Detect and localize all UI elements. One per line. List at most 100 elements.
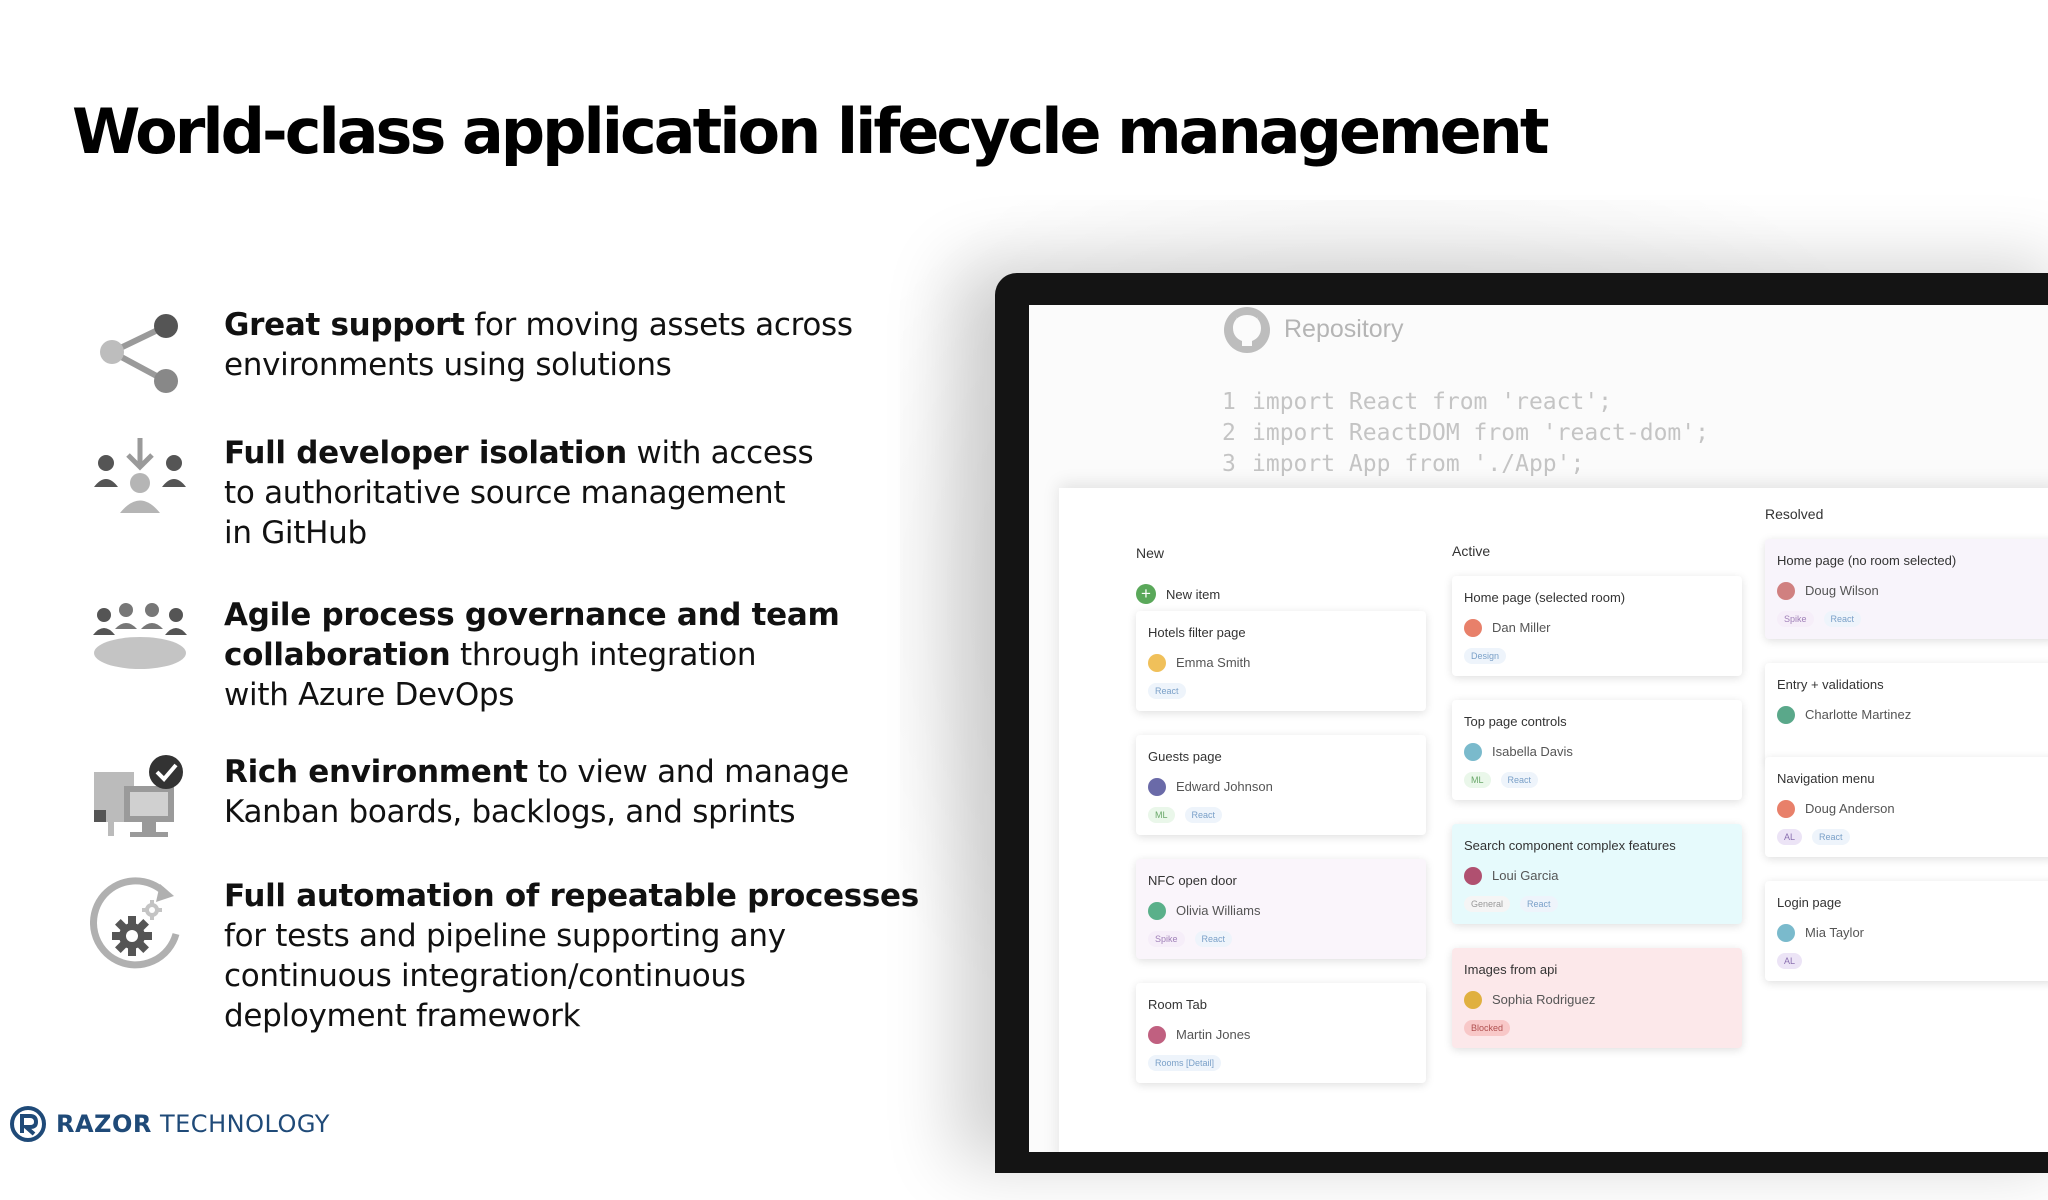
assignee-avatar bbox=[1464, 991, 1482, 1009]
assignee-avatar bbox=[1148, 778, 1166, 796]
assignee-avatar bbox=[1148, 902, 1166, 920]
assignee-avatar bbox=[1777, 706, 1795, 724]
logo-wordmark: RAZOR TECHNOLOGY bbox=[56, 1110, 330, 1138]
card-tag: React bbox=[1823, 611, 1862, 627]
kanban-card[interactable]: Entry + validations Charlotte Martinez bbox=[1765, 663, 2048, 763]
card-assignee: Dan Miller bbox=[1492, 620, 1551, 635]
laptop-screen: Repository 1 import React from 'react'; 2 i… bbox=[1029, 305, 2048, 1152]
card-tags: AL React bbox=[1777, 829, 1860, 845]
kanban-card[interactable]: Hotels filter page Emma Smith React bbox=[1136, 611, 1426, 711]
card-tags: Spike React bbox=[1777, 611, 1871, 627]
card-title: Top page controls bbox=[1464, 714, 1567, 729]
column-header-active: Active bbox=[1452, 543, 1491, 559]
kanban-card[interactable]: NFC open door Olivia Williams Spike React bbox=[1136, 859, 1426, 959]
assignee-avatar bbox=[1777, 800, 1795, 818]
card-tag: React bbox=[1194, 931, 1233, 947]
card-tags: ML React bbox=[1148, 807, 1232, 823]
github-icon bbox=[1224, 307, 1270, 353]
feature-text: Full developer isolation with access to a… bbox=[224, 435, 814, 551]
card-title: Login page bbox=[1777, 895, 1842, 910]
card-tag: React bbox=[1500, 772, 1539, 788]
card-assignee: Sophia Rodriguez bbox=[1492, 992, 1596, 1007]
environment-check-icon bbox=[94, 755, 183, 837]
card-tag: Spike bbox=[1777, 611, 1814, 627]
card-tags: ML React bbox=[1464, 772, 1548, 788]
new-item-button[interactable]: + New item bbox=[1136, 584, 1220, 604]
card-tags: React bbox=[1148, 683, 1196, 699]
card-assignee: Olivia Williams bbox=[1176, 903, 1261, 918]
card-title: Images from api bbox=[1464, 962, 1558, 977]
card-tag: Rooms [Detail] bbox=[1148, 1055, 1222, 1071]
assignee-avatar bbox=[1777, 924, 1795, 942]
card-tags: Design bbox=[1464, 648, 1516, 664]
kanban-card[interactable]: Navigation menu Doug Anderson AL React bbox=[1765, 757, 2048, 857]
kanban-card[interactable]: Guests page Edward Johnson ML React bbox=[1136, 735, 1426, 835]
card-tags: General React bbox=[1464, 896, 1568, 912]
card-assignee: Emma Smith bbox=[1176, 655, 1251, 670]
card-title: Entry + validations bbox=[1777, 677, 1884, 692]
card-tag: Blocked bbox=[1464, 1020, 1511, 1036]
feature-text: Great support for moving assets across en… bbox=[224, 307, 853, 383]
column-header-new: New bbox=[1136, 545, 1165, 561]
card-assignee: Edward Johnson bbox=[1176, 779, 1273, 794]
team-collaboration-icon bbox=[93, 603, 187, 669]
card-tag: React bbox=[1184, 807, 1223, 823]
assignee-avatar bbox=[1464, 619, 1482, 637]
kanban-board: New Active Resolved + New item Hotels fi… bbox=[1059, 488, 2048, 1152]
razor-technology-logo: RAZOR TECHNOLOGY bbox=[10, 1104, 330, 1144]
code-line: 1 import React from 'react'; bbox=[1222, 389, 1613, 415]
code-line: 3 import App from './App'; bbox=[1222, 451, 1585, 477]
card-title: Home page (no room selected) bbox=[1777, 553, 1957, 568]
feature-text: Full automation of repeatable processes f… bbox=[224, 878, 919, 1034]
card-tags: Spike React bbox=[1148, 931, 1242, 947]
repository-title: Repository bbox=[1284, 315, 1404, 343]
card-tag: General bbox=[1464, 896, 1511, 912]
card-tag: AL bbox=[1777, 829, 1803, 845]
kanban-card[interactable]: Home page (selected room) Dan Miller Desig… bbox=[1452, 576, 1742, 676]
card-tag: React bbox=[1812, 829, 1850, 845]
card-title: Navigation menu bbox=[1777, 771, 1875, 786]
kanban-card[interactable]: Room Tab Martin Jones Rooms [Detail] bbox=[1136, 983, 1426, 1083]
kanban-card[interactable]: Images from api Sophia Rodriguez Blocked bbox=[1452, 948, 1742, 1048]
assignee-avatar bbox=[1464, 867, 1482, 885]
code-line: 2 import ReactDOM from 'react-dom'; bbox=[1222, 420, 1709, 446]
kanban-card[interactable]: Home page (no room selected) Doug Wilson S… bbox=[1765, 539, 2048, 639]
card-assignee: Isabella Davis bbox=[1492, 744, 1573, 759]
card-assignee: Charlotte Martinez bbox=[1805, 707, 1912, 722]
feature-text: Rich environment to view and manage Kanba… bbox=[224, 754, 849, 830]
card-tag: Design bbox=[1464, 648, 1507, 664]
kanban-card[interactable]: Search component complex features Loui Ga… bbox=[1452, 824, 1742, 924]
assignee-avatar bbox=[1148, 1026, 1166, 1044]
slide-title: World-class application lifecycle manage… bbox=[72, 95, 1549, 168]
card-tag: ML bbox=[1148, 807, 1175, 823]
card-title: Room Tab bbox=[1148, 997, 1208, 1012]
kanban-card[interactable]: Login page Mia Taylor AL bbox=[1765, 881, 2048, 981]
assignee-avatar bbox=[1148, 654, 1166, 672]
card-assignee: Doug Anderson bbox=[1805, 801, 1895, 816]
kanban-card[interactable]: Top page controls Isabella Davis ML React bbox=[1452, 700, 1742, 800]
card-title: Search component complex features bbox=[1464, 838, 1676, 853]
card-tag: React bbox=[1148, 683, 1186, 699]
card-tags: Rooms [Detail] bbox=[1148, 1055, 1231, 1071]
card-title: Home page (selected room) bbox=[1464, 590, 1626, 605]
card-title: NFC open door bbox=[1148, 873, 1237, 888]
card-title: Guests page bbox=[1148, 749, 1222, 764]
card-tag: Spike bbox=[1148, 931, 1185, 947]
card-tag: AL bbox=[1777, 953, 1803, 969]
automation-gear-icon bbox=[90, 877, 180, 969]
card-assignee: Doug Wilson bbox=[1805, 583, 1879, 598]
card-tag: ML bbox=[1464, 772, 1491, 788]
assignee-avatar bbox=[1777, 582, 1795, 600]
razor-logo-mark-icon bbox=[10, 1106, 46, 1142]
card-tag: React bbox=[1520, 896, 1558, 912]
share-icon bbox=[100, 314, 178, 393]
card-tags: AL bbox=[1777, 953, 1812, 969]
column-header-resolved: Resolved bbox=[1765, 506, 1824, 522]
card-assignee: Martin Jones bbox=[1176, 1027, 1251, 1042]
card-tags: Blocked bbox=[1464, 1020, 1520, 1036]
code-snippet: 1 import React from 'react'; 2 import React… bbox=[1222, 387, 1709, 480]
plus-icon: + bbox=[1136, 584, 1156, 604]
feature-text: Agile process governance and team collab… bbox=[224, 597, 840, 713]
assignee-avatar bbox=[1464, 743, 1482, 761]
developer-isolation-icon bbox=[94, 438, 186, 513]
